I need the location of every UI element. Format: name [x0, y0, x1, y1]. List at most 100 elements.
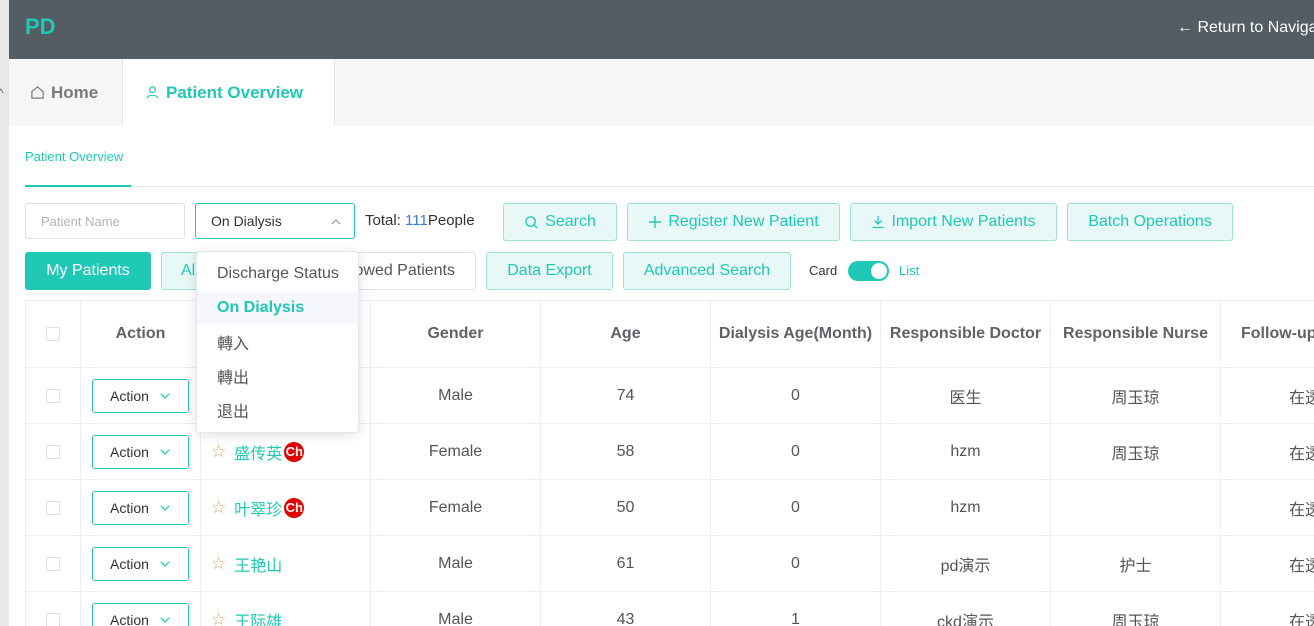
gender-cell: Female	[371, 480, 541, 535]
doctor-cell: hzm	[881, 480, 1051, 535]
row-select-cell	[26, 536, 81, 591]
total-number: 111	[405, 212, 428, 229]
batch-operations-button[interactable]: Batch Operations	[1067, 203, 1233, 241]
action-button-label: Action	[110, 443, 149, 460]
patient-name-link[interactable]: 王艳山	[234, 552, 282, 576]
tabs-bar: Home Patient Overview	[9, 59, 1314, 126]
total-count: Total: 111People	[365, 212, 475, 229]
action-cell: Action	[81, 368, 201, 423]
plus-icon	[649, 216, 662, 228]
view-toggle-switch[interactable]	[848, 261, 889, 281]
action-dropdown-button[interactable]: Action	[92, 490, 189, 525]
total-label: Total:	[365, 212, 401, 229]
chevron-down-icon	[160, 449, 170, 455]
action-button-label: Action	[110, 387, 149, 404]
follow-up-cell: 在透	[1221, 592, 1314, 626]
follow-up-cell: 在透	[1221, 368, 1314, 423]
register-new-patient-button[interactable]: Register New Patient	[627, 203, 840, 241]
dropdown-option[interactable]: On Dialysis	[197, 291, 358, 325]
star-icon[interactable]: ☆	[211, 610, 226, 626]
register-button-label: Register New Patient	[668, 213, 819, 230]
star-icon[interactable]: ☆	[211, 442, 226, 462]
dropdown-option[interactable]: 退出	[197, 393, 358, 427]
import-button-label: Import New Patients	[891, 213, 1036, 230]
dropdown-option[interactable]: 轉出	[197, 359, 358, 393]
select-all-checkbox[interactable]	[46, 327, 60, 341]
patient-name-link[interactable]: 盛传英	[234, 440, 282, 464]
status-select-value: On Dialysis	[211, 213, 282, 229]
chevron-down-icon	[160, 617, 170, 623]
patient-name-input[interactable]	[25, 203, 185, 239]
action-dropdown-button[interactable]: Action	[92, 434, 189, 469]
age-cell: 58	[541, 424, 711, 479]
action-cell: Action	[81, 424, 201, 479]
header-responsible-doctor: Responsible Doctor	[881, 301, 1051, 367]
action-cell: Action	[81, 592, 201, 626]
age-cell: 74	[541, 368, 711, 423]
gender-cell: Male	[371, 368, 541, 423]
row-select-cell	[26, 368, 81, 423]
import-new-patients-button[interactable]: Import New Patients	[850, 203, 1057, 241]
star-icon[interactable]: ☆	[211, 498, 226, 518]
home-icon	[31, 86, 44, 99]
my-patients-button[interactable]: My Patients	[25, 252, 151, 290]
sub-tab-patient-overview[interactable]: Patient Overview	[25, 149, 123, 164]
user-icon	[146, 86, 159, 99]
follow-up-cell: 在透	[1221, 424, 1314, 479]
sub-tab-divider	[25, 186, 1314, 187]
action-cell: Action	[81, 480, 201, 535]
chevron-down-icon	[160, 393, 170, 399]
table-row[interactable]: Action ☆ 王艳山 Male 61 0 pd演示 护士 在透	[26, 536, 1314, 592]
tab-home-label: Home	[51, 82, 99, 102]
star-icon[interactable]: ☆	[211, 554, 226, 574]
followed-patients-button[interactable]: owed Patients	[339, 252, 476, 290]
row-select-cell	[26, 480, 81, 535]
followed-patients-label: owed Patients	[354, 262, 455, 279]
patient-name-link[interactable]: 叶翠珍	[234, 496, 282, 520]
table-row[interactable]: Action ☆ 王际雄 Male 43 1 ckd演示 周玉琼 在透	[26, 592, 1314, 626]
dialysis-age-cell: 1	[711, 592, 881, 626]
age-cell: 50	[541, 480, 711, 535]
name-cell: ☆ 王际雄	[201, 592, 371, 626]
gender-cell: Female	[371, 424, 541, 479]
sub-tab-active-indicator	[25, 185, 131, 187]
gender-cell: Male	[371, 592, 541, 626]
dropdown-option[interactable]: 轉入	[197, 325, 358, 359]
action-dropdown-button[interactable]: Action	[92, 602, 189, 626]
action-dropdown-button[interactable]: Action	[92, 546, 189, 581]
header-gender: Gender	[371, 301, 541, 367]
doctor-cell: pd演示	[881, 536, 1051, 591]
doctor-cell: 医生	[881, 368, 1051, 423]
action-button-label: Action	[110, 555, 149, 572]
action-button-label: Action	[110, 611, 149, 626]
card-view-label: Card	[809, 263, 838, 278]
table-row[interactable]: Action ☆ 叶翠珍 Ch Female 50 0 hzm 在透	[26, 480, 1314, 536]
row-checkbox[interactable]	[46, 388, 60, 403]
search-icon	[525, 215, 538, 229]
return-to-navigation-link[interactable]: ← Return to Naviga	[1177, 19, 1314, 37]
total-unit: People	[427, 212, 475, 229]
tab-home[interactable]: Home	[9, 59, 122, 126]
gender-cell: Male	[371, 536, 541, 591]
data-export-button[interactable]: Data Export	[486, 252, 613, 290]
action-cell: Action	[81, 536, 201, 591]
advanced-search-button[interactable]: Advanced Search	[623, 252, 791, 290]
chevron-down-icon	[160, 505, 170, 511]
list-view-label: List	[899, 263, 920, 278]
data-export-label: Data Export	[507, 262, 592, 279]
all-patients-button[interactable]: Al	[161, 252, 201, 290]
row-checkbox[interactable]	[46, 612, 60, 626]
row-select-cell	[26, 424, 81, 479]
dropdown-option[interactable]: Discharge Status	[197, 257, 358, 291]
left-scroll-strip: ^	[0, 0, 9, 626]
search-button[interactable]: Search	[503, 203, 617, 241]
caret-icon: ^	[0, 86, 4, 100]
status-select[interactable]: On Dialysis	[195, 203, 355, 239]
patient-name-link[interactable]: 王际雄	[234, 608, 282, 626]
action-dropdown-button[interactable]: Action	[92, 378, 189, 413]
tab-patient-overview[interactable]: Patient Overview	[122, 59, 335, 126]
row-checkbox[interactable]	[46, 444, 60, 459]
row-checkbox[interactable]	[46, 556, 60, 571]
row-checkbox[interactable]	[46, 500, 60, 515]
age-cell: 61	[541, 536, 711, 591]
